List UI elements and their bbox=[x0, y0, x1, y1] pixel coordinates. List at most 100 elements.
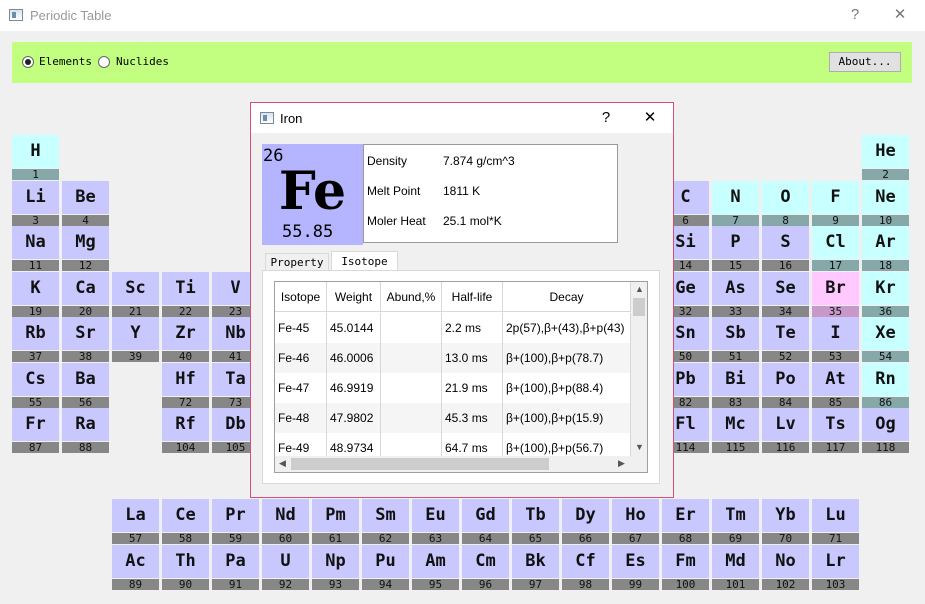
column-header[interactable]: Weight bbox=[327, 282, 381, 312]
element-cell-te[interactable]: Te 52 bbox=[762, 317, 809, 362]
element-cell-li[interactable]: Li 3 bbox=[12, 181, 59, 226]
nuclides-radio-label[interactable]: Nuclides bbox=[116, 55, 169, 68]
element-cell-mg[interactable]: Mg 12 bbox=[62, 226, 109, 271]
column-header[interactable]: Decay bbox=[503, 282, 631, 312]
scroll-left-icon[interactable]: ◀ bbox=[279, 458, 286, 469]
element-cell-p[interactable]: P 15 bbox=[712, 226, 759, 271]
scroll-right-icon[interactable]: ▶ bbox=[618, 458, 625, 469]
element-cell-sc[interactable]: Sc 21 bbox=[112, 272, 159, 317]
table-cell[interactable]: 46.9919 bbox=[327, 373, 381, 403]
element-cell-pm[interactable]: Pm 61 bbox=[312, 499, 359, 544]
elements-radio[interactable] bbox=[22, 56, 34, 68]
table-cell[interactable] bbox=[381, 373, 442, 403]
table-cell[interactable]: Fe-46 bbox=[275, 343, 327, 373]
element-cell-as[interactable]: As 33 bbox=[712, 272, 759, 317]
element-cell-cm[interactable]: Cm 96 bbox=[462, 545, 509, 590]
element-cell-np[interactable]: Np 93 bbox=[312, 545, 359, 590]
element-cell-og[interactable]: Og 118 bbox=[862, 408, 909, 453]
element-cell-ce[interactable]: Ce 58 bbox=[162, 499, 209, 544]
nuclides-radio[interactable] bbox=[98, 56, 110, 68]
table-cell[interactable]: β+(100),β+p(15.9) bbox=[503, 403, 631, 433]
element-cell-tb[interactable]: Tb 65 bbox=[512, 499, 559, 544]
element-cell-n[interactable]: N7 bbox=[712, 181, 759, 226]
element-cell-rb[interactable]: Rb 37 bbox=[12, 317, 59, 362]
scroll-up-icon[interactable]: ▲ bbox=[635, 284, 644, 294]
close-window-button[interactable]: ✕ bbox=[887, 4, 913, 26]
element-cell-pa[interactable]: Pa 91 bbox=[212, 545, 259, 590]
element-cell-sm[interactable]: Sm 62 bbox=[362, 499, 409, 544]
element-cell-ca[interactable]: Ca 20 bbox=[62, 272, 109, 317]
element-cell-ar[interactable]: Ar 18 bbox=[862, 226, 909, 271]
element-cell-mc[interactable]: Mc 115 bbox=[712, 408, 759, 453]
table-cell[interactable] bbox=[381, 313, 442, 343]
elements-radio-label[interactable]: Elements bbox=[39, 55, 92, 68]
vertical-scroll-thumb[interactable] bbox=[633, 298, 645, 316]
element-cell-s[interactable]: S 16 bbox=[762, 226, 809, 271]
vertical-scrollbar[interactable]: ▲ ▼ bbox=[631, 282, 647, 456]
isotope-table[interactable]: Isotope Weight Abund,% Half-life Decay F… bbox=[274, 281, 648, 473]
element-cell-lr[interactable]: Lr 103 bbox=[812, 545, 859, 590]
tab-isotope[interactable]: Isotope bbox=[331, 251, 398, 271]
element-cell-y[interactable]: Y 39 bbox=[112, 317, 159, 362]
element-cell-ts[interactable]: Ts 117 bbox=[812, 408, 859, 453]
help-button[interactable]: ? bbox=[842, 4, 868, 26]
table-cell[interactable]: 2.2 ms bbox=[442, 313, 503, 343]
element-cell-pr[interactable]: Pr 59 bbox=[212, 499, 259, 544]
element-cell-yb[interactable]: Yb 70 bbox=[762, 499, 809, 544]
element-cell-er[interactable]: Er 68 bbox=[662, 499, 709, 544]
element-cell-lu[interactable]: Lu 71 bbox=[812, 499, 859, 544]
element-cell-po[interactable]: Po 84 bbox=[762, 363, 809, 408]
table-cell[interactable]: 21.9 ms bbox=[442, 373, 503, 403]
element-cell-ti[interactable]: Ti 22 bbox=[162, 272, 209, 317]
element-cell-na[interactable]: Na 11 bbox=[12, 226, 59, 271]
table-cell[interactable] bbox=[381, 403, 442, 433]
element-cell-br[interactable]: Br 35 bbox=[812, 272, 859, 317]
column-header[interactable]: Half-life bbox=[442, 282, 503, 312]
element-cell-bi[interactable]: Bi 83 bbox=[712, 363, 759, 408]
element-cell-kr[interactable]: Kr 36 bbox=[862, 272, 909, 317]
element-cell-ne[interactable]: Ne 10 bbox=[862, 181, 909, 226]
element-cell-ra[interactable]: Ra 88 bbox=[62, 408, 109, 453]
about-button[interactable]: About... bbox=[829, 52, 901, 72]
element-cell-pu[interactable]: Pu 94 bbox=[362, 545, 409, 590]
element-cell-ba[interactable]: Ba 56 bbox=[62, 363, 109, 408]
table-cell[interactable]: 13.0 ms bbox=[442, 343, 503, 373]
table-row[interactable]: Fe-47 46.9919 21.9 ms β+(100),β+p(88.4) bbox=[275, 373, 631, 403]
element-cell-sr[interactable]: Sr 38 bbox=[62, 317, 109, 362]
element-cell-cf[interactable]: Cf 98 bbox=[562, 545, 609, 590]
element-cell-rf[interactable]: Rf 104 bbox=[162, 408, 209, 453]
element-cell-sb[interactable]: Sb 51 bbox=[712, 317, 759, 362]
element-cell-hf[interactable]: Hf 72 bbox=[162, 363, 209, 408]
column-header[interactable]: Isotope bbox=[275, 282, 327, 312]
table-cell[interactable]: β+(100),β+p(88.4) bbox=[503, 373, 631, 403]
element-cell-gd[interactable]: Gd 64 bbox=[462, 499, 509, 544]
element-cell-h[interactable]: H1 bbox=[12, 135, 59, 180]
table-cell[interactable]: 45.0144 bbox=[327, 313, 381, 343]
tab-property[interactable]: Property bbox=[265, 253, 329, 271]
table-cell[interactable] bbox=[381, 343, 442, 373]
element-cell-ho[interactable]: Ho 67 bbox=[612, 499, 659, 544]
dialog-help-button[interactable]: ? bbox=[593, 107, 619, 129]
dialog-close-button[interactable]: ✕ bbox=[637, 107, 663, 129]
element-cell-lv[interactable]: Lv 116 bbox=[762, 408, 809, 453]
column-header[interactable]: Abund,% bbox=[381, 282, 442, 312]
element-cell-tm[interactable]: Tm 69 bbox=[712, 499, 759, 544]
element-cell-at[interactable]: At 85 bbox=[812, 363, 859, 408]
element-cell-he[interactable]: He 2 bbox=[862, 135, 909, 180]
scroll-down-icon[interactable]: ▼ bbox=[635, 442, 644, 452]
element-cell-dy[interactable]: Dy 66 bbox=[562, 499, 609, 544]
table-cell[interactable]: 2p(57),β+(43),β+p(43) bbox=[503, 313, 631, 343]
element-cell-cs[interactable]: Cs 55 bbox=[12, 363, 59, 408]
element-cell-i[interactable]: I 53 bbox=[812, 317, 859, 362]
element-cell-no[interactable]: No 102 bbox=[762, 545, 809, 590]
element-cell-la[interactable]: La 57 bbox=[112, 499, 159, 544]
element-cell-es[interactable]: Es 99 bbox=[612, 545, 659, 590]
element-cell-f[interactable]: F9 bbox=[812, 181, 859, 226]
horizontal-scroll-thumb[interactable] bbox=[291, 458, 549, 470]
element-cell-nd[interactable]: Nd 60 bbox=[262, 499, 309, 544]
table-cell[interactable]: β+(100),β+p(78.7) bbox=[503, 343, 631, 373]
element-cell-k[interactable]: K 19 bbox=[12, 272, 59, 317]
table-cell[interactable]: Fe-48 bbox=[275, 403, 327, 433]
element-cell-xe[interactable]: Xe 54 bbox=[862, 317, 909, 362]
element-cell-rn[interactable]: Rn 86 bbox=[862, 363, 909, 408]
